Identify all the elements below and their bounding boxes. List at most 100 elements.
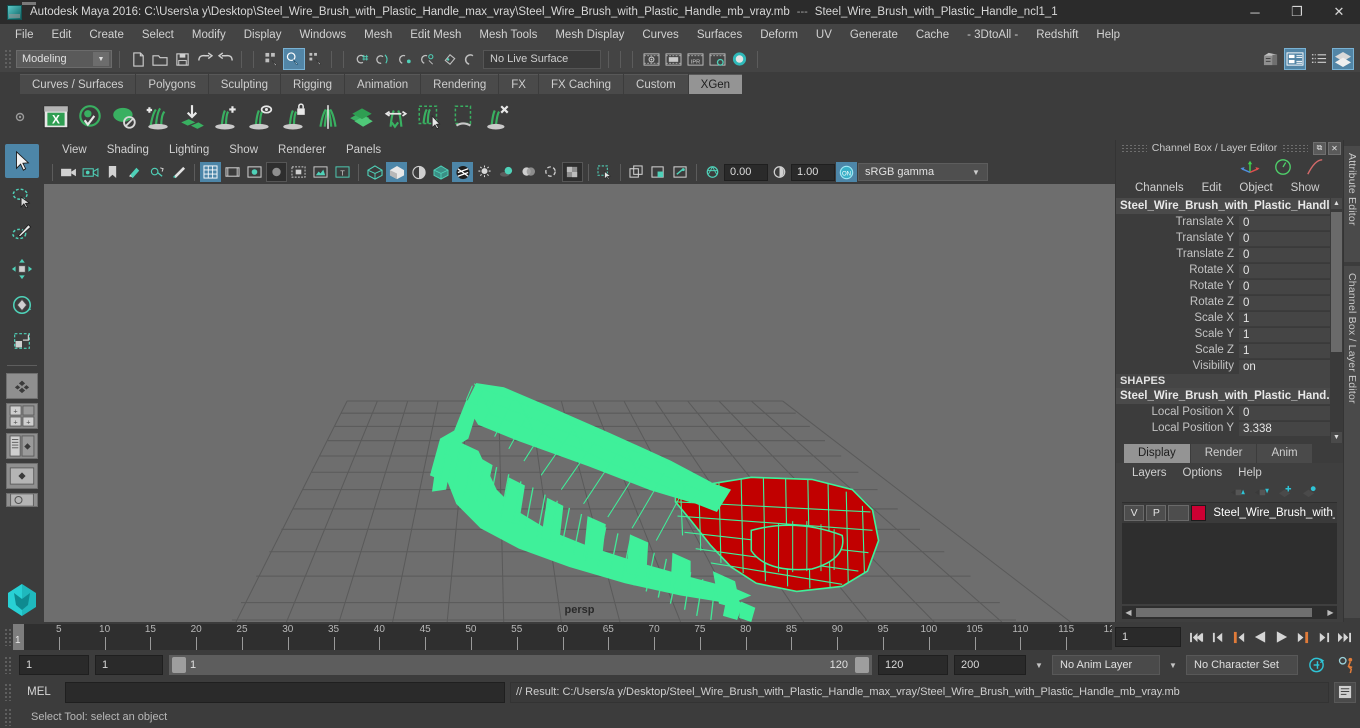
safe-title-icon[interactable]: T [332, 162, 353, 182]
select-by-component-icon[interactable] [305, 48, 327, 70]
xgen-preview-icon[interactable] [74, 101, 106, 133]
snap-to-point-icon[interactable] [395, 48, 417, 70]
film-gate-icon[interactable] [222, 162, 243, 182]
camera-attributes-icon[interactable] [58, 162, 79, 182]
channel-box-menu-edit[interactable]: Edit [1193, 182, 1231, 194]
display-layer-list[interactable]: V P Steel_Wire_Brush_with_P [1122, 502, 1337, 604]
channel-value-field[interactable]: 0 [1239, 246, 1343, 262]
four-view-layout[interactable]: + + + [6, 403, 38, 429]
chevron-down-icon[interactable]: ▼ [1166, 661, 1180, 670]
gamma-field[interactable]: 1.00 [791, 163, 835, 181]
scrollbar-thumb[interactable] [1331, 212, 1342, 352]
render-view-icon[interactable] [640, 48, 662, 70]
snap-to-curve-icon[interactable] [373, 48, 395, 70]
h-scrollbar-thumb[interactable] [1136, 608, 1312, 617]
range-end-handle[interactable] [855, 657, 869, 673]
animation-start-field[interactable]: 1 [19, 655, 89, 675]
show-hide-editors-icon[interactable] [1260, 48, 1282, 70]
grid-snap-icon[interactable] [648, 162, 669, 182]
undo-icon[interactable] [193, 48, 215, 70]
minimize-button[interactable]: ─ [1234, 0, 1276, 24]
channel-value-field[interactable]: 0 [1239, 214, 1343, 230]
perspective-viewport[interactable]: persp [44, 184, 1115, 622]
tool-settings-toggle-icon[interactable] [1308, 48, 1330, 70]
viewport-menu-panels[interactable]: Panels [336, 140, 391, 160]
shelf-tab-sculpting[interactable]: Sculpting [208, 74, 281, 94]
side-tab-channel-box-layer-editor[interactable]: Channel Box / Layer Editor [1344, 266, 1360, 618]
range-start-handle[interactable] [172, 657, 186, 673]
select-tool[interactable] [5, 144, 39, 178]
rotate-tool[interactable] [5, 288, 39, 322]
animation-end-field[interactable]: 200 [954, 655, 1026, 675]
shelf-tab-curves-surfaces[interactable]: Curves / Surfaces [20, 74, 136, 94]
menu-mesh-tools[interactable]: Mesh Tools [470, 24, 546, 46]
panel-close-button[interactable]: ✕ [1328, 141, 1341, 155]
menu-curves[interactable]: Curves [633, 24, 687, 46]
new-layer-from-selected-icon[interactable] [1302, 485, 1317, 498]
channel-value-field[interactable]: 0 [1239, 262, 1343, 278]
range-end-field[interactable]: 120 [878, 655, 948, 675]
shelf-tab-xgen[interactable]: XGen [688, 74, 743, 94]
go-to-end-icon[interactable] [1334, 626, 1354, 648]
channel-value-field[interactable]: on [1239, 358, 1343, 374]
channel-value-field[interactable]: 3.338 [1239, 420, 1343, 436]
command-language-label[interactable]: MEL [18, 686, 60, 698]
menu-surfaces[interactable]: Surfaces [688, 24, 751, 46]
shadows-icon[interactable] [496, 162, 517, 182]
panel-toggle-icon[interactable] [626, 162, 647, 182]
range-bar[interactable]: 1 120 [169, 655, 872, 675]
script-editor-icon[interactable] [1334, 681, 1356, 703]
scroll-up-arrow-icon[interactable]: ▲ [1331, 198, 1342, 209]
single-perspective-layout[interactable] [6, 373, 38, 399]
render-settings-icon[interactable] [706, 48, 728, 70]
exposure-icon[interactable] [702, 162, 723, 182]
move-layer-down-icon[interactable] [1254, 485, 1269, 498]
isolate-select-icon[interactable] [594, 162, 615, 182]
channel-value-field[interactable]: 0 [1239, 404, 1343, 420]
channel-value-field[interactable]: 0 [1239, 278, 1343, 294]
exposure-field[interactable]: 0.00 [724, 163, 768, 181]
menu-deform[interactable]: Deform [751, 24, 807, 46]
camera-settings-icon[interactable] [80, 162, 101, 182]
channel-box-menu-channels[interactable]: Channels [1126, 182, 1193, 194]
command-input[interactable] [65, 681, 505, 703]
channel-box-toggle-icon[interactable] [1332, 48, 1354, 70]
xgen-region-mask-icon[interactable] [448, 101, 480, 133]
wireframe-on-shaded-icon[interactable] [430, 162, 451, 182]
range-start-field[interactable]: 1 [95, 655, 163, 675]
menu-mesh[interactable]: Mesh [355, 24, 401, 46]
2d-pan-zoom-icon[interactable] [146, 162, 167, 182]
shelf-tab-custom[interactable]: Custom [624, 74, 688, 94]
play-backwards-icon[interactable] [1250, 626, 1270, 648]
channel-value-field[interactable]: 1 [1239, 310, 1343, 326]
xgen-multi-patch-icon[interactable] [346, 101, 378, 133]
xgen-clear-grooming-icon[interactable] [482, 101, 514, 133]
panel-grip[interactable] [1121, 143, 1147, 153]
shelf-tab-rendering[interactable]: Rendering [421, 74, 499, 94]
menu-3dtoall[interactable]: - 3DtoAll - [958, 24, 1027, 46]
shade-selected-icon[interactable] [408, 162, 429, 182]
xgen-add-guides-icon[interactable] [142, 101, 174, 133]
paint-select-tool[interactable] [5, 216, 39, 250]
make-live-icon[interactable] [461, 48, 483, 70]
ipr-render-icon[interactable]: IPR [684, 48, 706, 70]
layer-name[interactable]: Steel_Wire_Brush_with_P [1208, 507, 1335, 519]
menu-windows[interactable]: Windows [290, 24, 355, 46]
panel-undock-button[interactable]: ⧉ [1313, 141, 1326, 155]
image-plane-icon[interactable] [124, 162, 145, 182]
viewport-menu-shading[interactable]: Shading [97, 140, 159, 160]
open-scene-icon[interactable] [149, 48, 171, 70]
channel-value-field[interactable]: 0 [1239, 230, 1343, 246]
xgen-transfer-icon[interactable] [380, 101, 412, 133]
time-slider-grip[interactable] [4, 628, 13, 646]
new-scene-icon[interactable] [127, 48, 149, 70]
scale-tool[interactable] [5, 324, 39, 358]
layer-menu-layers[interactable]: Layers [1124, 467, 1175, 479]
live-surface-field[interactable]: No Live Surface [483, 49, 601, 69]
shelf-tab-polygons[interactable]: Polygons [136, 74, 208, 94]
viewport-menu-view[interactable]: View [52, 140, 97, 160]
smooth-shade-all-icon[interactable] [386, 162, 407, 182]
play-forwards-icon[interactable] [1271, 626, 1291, 648]
persp-graph-layout[interactable] [6, 463, 38, 489]
menu-file[interactable]: File [6, 24, 43, 46]
